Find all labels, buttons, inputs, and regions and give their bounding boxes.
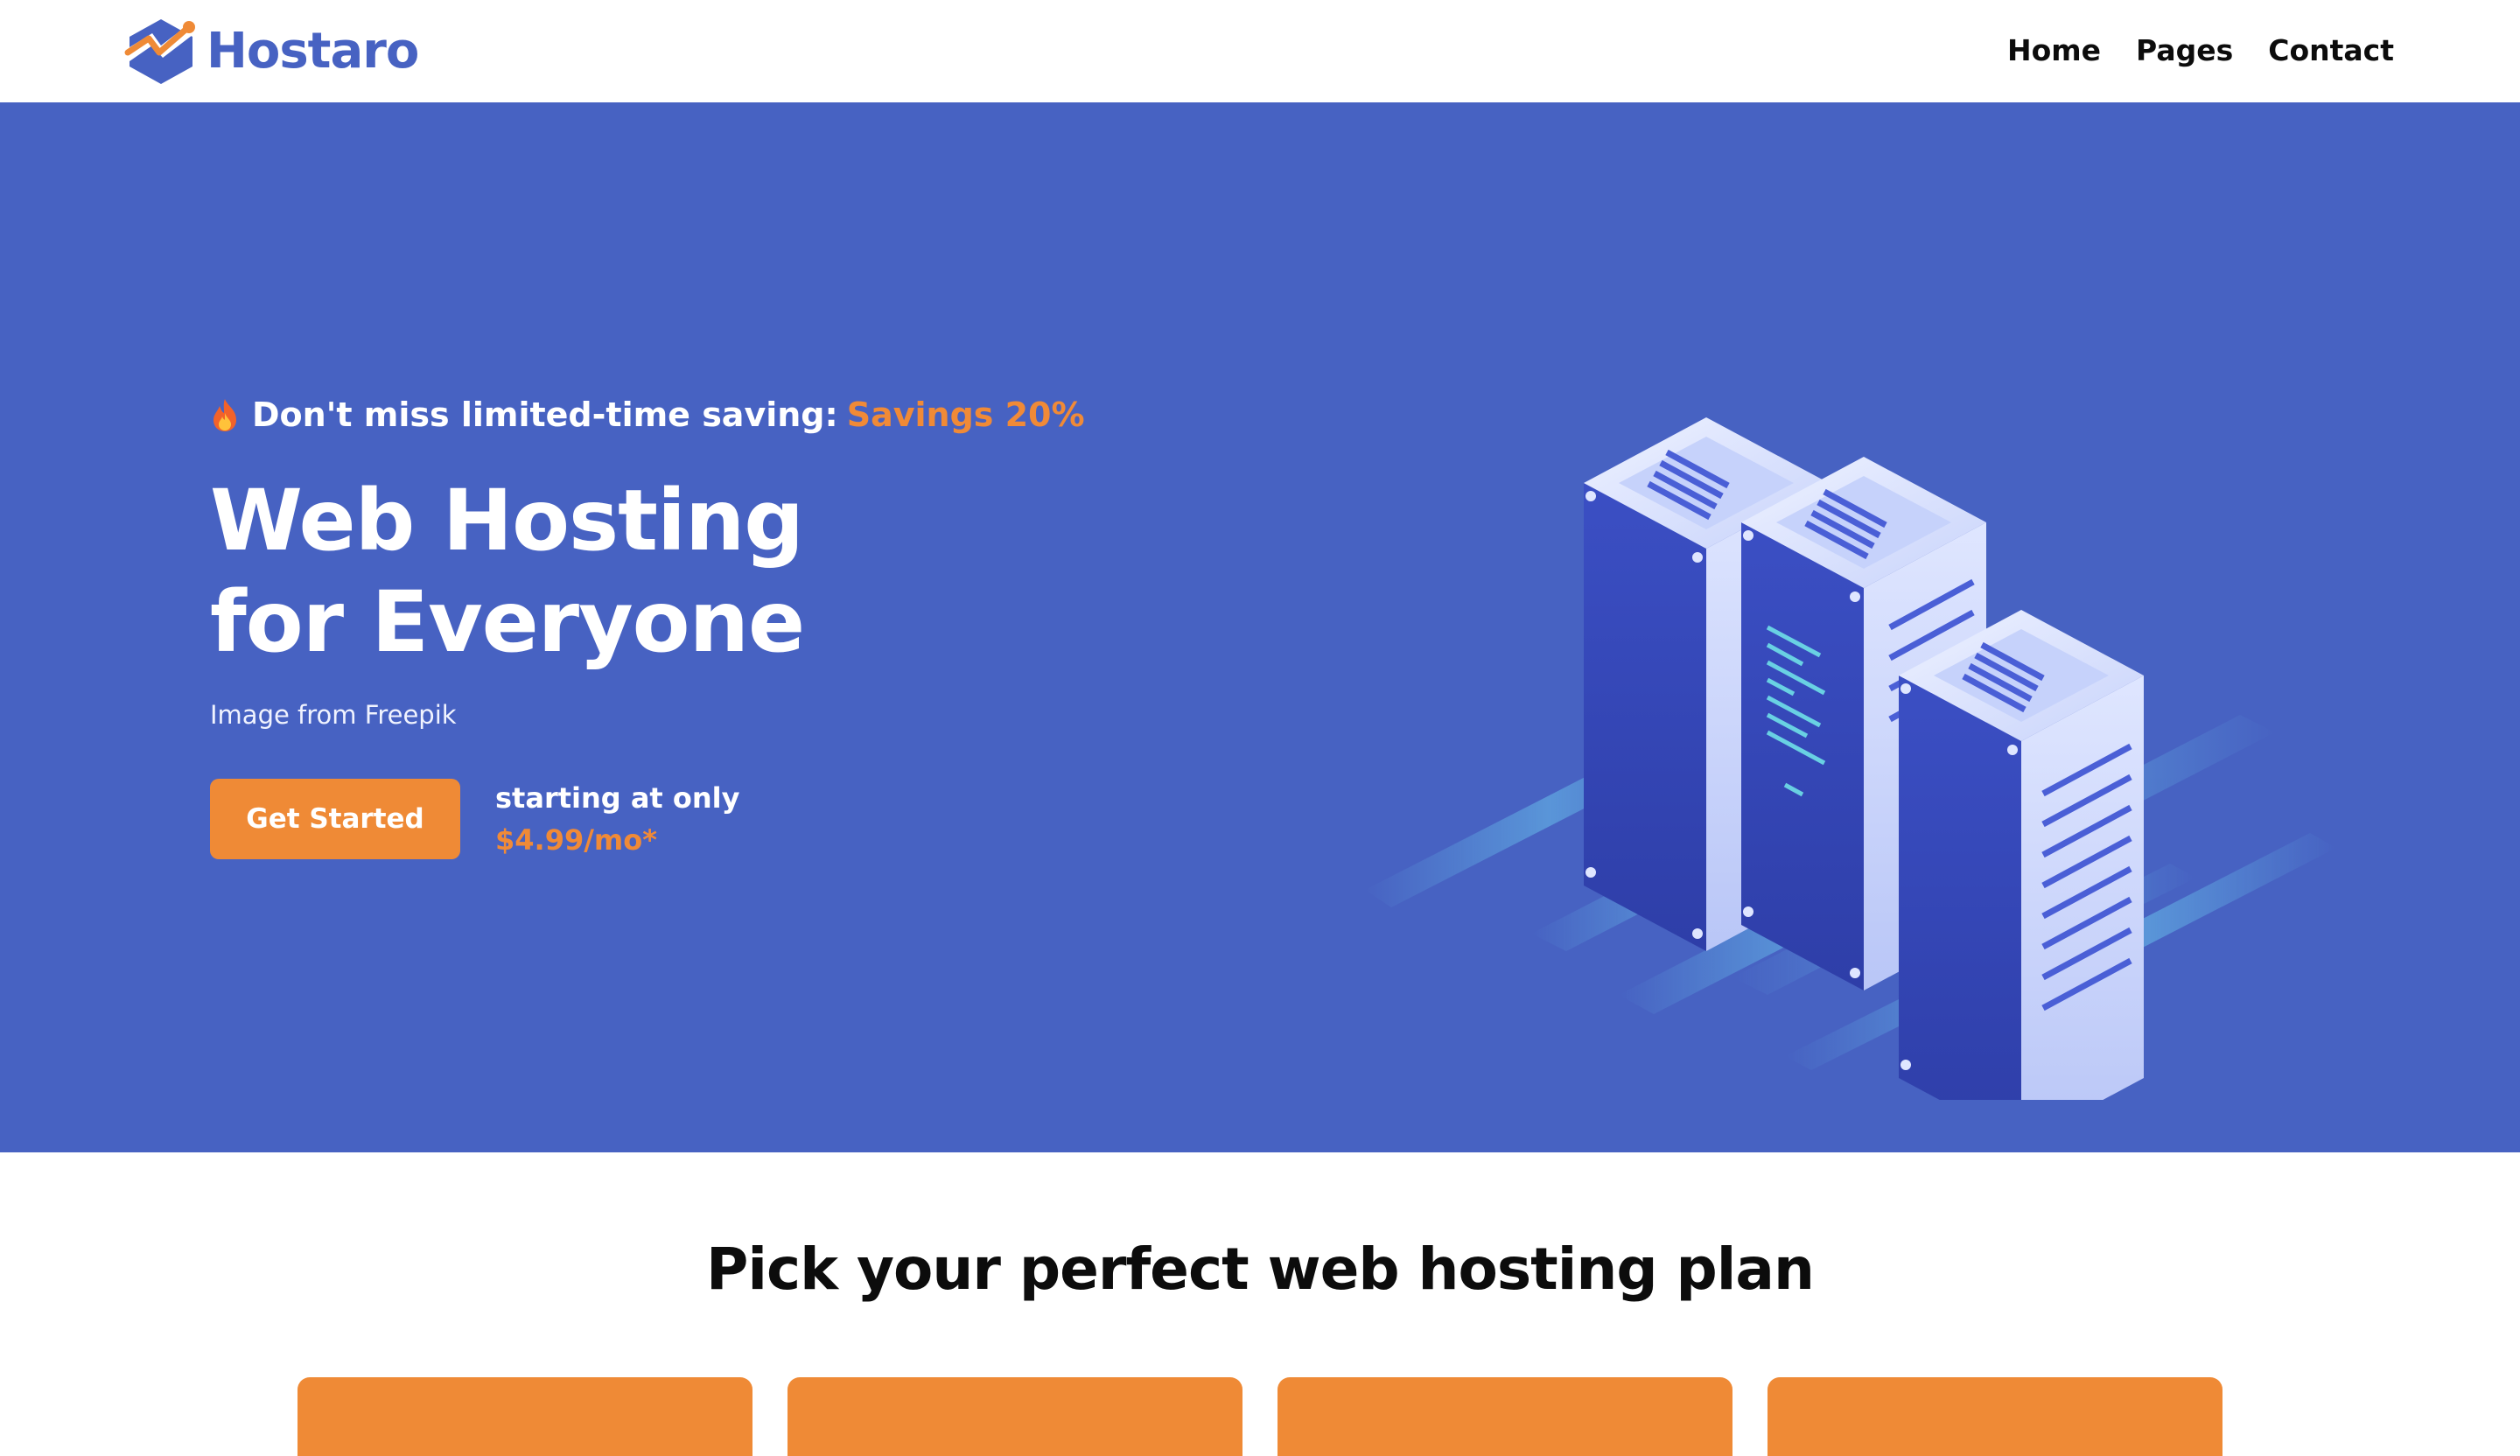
nav-contact-link[interactable]: Contact bbox=[2268, 26, 2394, 75]
get-started-button[interactable]: Get Started bbox=[210, 779, 460, 859]
nav-pages-link[interactable]: Pages bbox=[2136, 26, 2233, 75]
plan-card-2[interactable] bbox=[788, 1377, 1242, 1456]
logo-mark-icon bbox=[124, 19, 195, 84]
nav-home-link[interactable]: Home bbox=[2007, 26, 2101, 75]
hero-title-line1: Web Hosting bbox=[210, 472, 804, 570]
image-credit: Image from Freepik bbox=[210, 700, 457, 730]
plan-card-1[interactable] bbox=[298, 1377, 752, 1456]
brand-name: Hostaro bbox=[206, 22, 419, 80]
price-prefix: starting at only bbox=[495, 781, 740, 815]
top-navbar: Hostaro Home Pages Contact bbox=[0, 0, 2520, 102]
brand-logo-link[interactable]: Hostaro bbox=[122, 12, 419, 89]
promo-banner: Don't miss limited-time saving: Savings … bbox=[210, 396, 1085, 434]
main-menu: Home Pages Contact bbox=[2007, 26, 2394, 75]
plan-card-4[interactable] bbox=[1768, 1377, 2222, 1456]
hero-title: Web Hosting for Everyone bbox=[210, 470, 805, 673]
server-rack-3 bbox=[1899, 610, 2144, 1100]
plans-section-title: Pick your perfect web hosting plan bbox=[706, 1236, 1815, 1303]
price-value: $4.99/mo* bbox=[495, 823, 657, 857]
promo-text: Don't miss limited-time saving: bbox=[252, 396, 838, 434]
server-racks-illustration bbox=[1365, 417, 2336, 1100]
price-info: starting at only $4.99/mo* bbox=[495, 776, 739, 860]
hero-title-line2: for Everyone bbox=[210, 573, 805, 671]
promo-highlight: Savings 20% bbox=[846, 396, 1085, 434]
plan-card-3[interactable] bbox=[1278, 1377, 1732, 1456]
hero-section: Don't miss limited-time saving: Savings … bbox=[0, 102, 2520, 1152]
fire-icon bbox=[214, 399, 236, 431]
